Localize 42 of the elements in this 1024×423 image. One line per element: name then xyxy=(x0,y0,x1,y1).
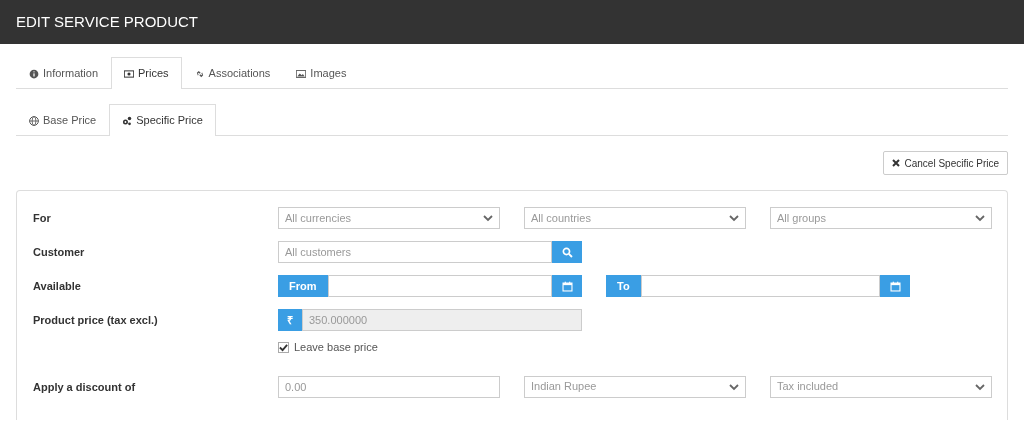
gears-icon xyxy=(122,115,133,126)
from-label: From xyxy=(278,275,328,297)
check-icon xyxy=(279,342,288,352)
chevron-icon xyxy=(483,214,493,222)
globe-icon xyxy=(29,115,39,126)
chevron-icon xyxy=(975,214,985,222)
currency-addon: ₹ xyxy=(278,309,302,331)
price-field: 350.000000 xyxy=(302,309,582,331)
field-label: Customer xyxy=(33,245,86,260)
customer-field[interactable]: All customers xyxy=(278,241,552,263)
to-label: To xyxy=(606,275,641,297)
tab[interactable]: Information xyxy=(16,57,112,89)
tab[interactable]: Prices xyxy=(111,57,182,89)
cancel-button[interactable]: Cancel Specific Price xyxy=(882,151,1008,175)
discount-field[interactable]: 0.00 xyxy=(278,375,500,398)
tab[interactable]: Images xyxy=(283,57,360,89)
info-icon xyxy=(29,68,39,79)
calendar-button[interactable] xyxy=(880,275,910,297)
chevron-icon xyxy=(729,214,739,222)
field-label: Product price (tax excl.) xyxy=(33,313,159,328)
image-icon xyxy=(296,68,307,79)
date-field[interactable] xyxy=(327,275,552,297)
calendar-icon xyxy=(889,280,901,292)
search-icon xyxy=(561,246,573,258)
calendar-icon xyxy=(561,280,573,292)
chevron-icon xyxy=(729,382,739,391)
search-button[interactable] xyxy=(552,241,582,263)
close-icon xyxy=(891,159,900,167)
field-label: Apply a discount of xyxy=(33,379,137,395)
field-label: For xyxy=(33,211,52,226)
calendar-button[interactable] xyxy=(552,275,582,297)
chevron-icon xyxy=(975,382,985,391)
tab[interactable]: Associations xyxy=(181,57,284,89)
date-field[interactable] xyxy=(640,275,880,297)
sub-tab[interactable]: Specific Price xyxy=(109,104,216,136)
checkbox-label: Leave base price xyxy=(294,340,378,355)
checkbox[interactable] xyxy=(278,341,289,353)
banknote-icon xyxy=(124,68,135,79)
page-title: EDIT SERVICE PRODUCT xyxy=(16,11,198,32)
sub-tab[interactable]: Base Price xyxy=(16,104,110,136)
link-icon xyxy=(194,68,205,79)
field-label: Available xyxy=(33,279,82,294)
